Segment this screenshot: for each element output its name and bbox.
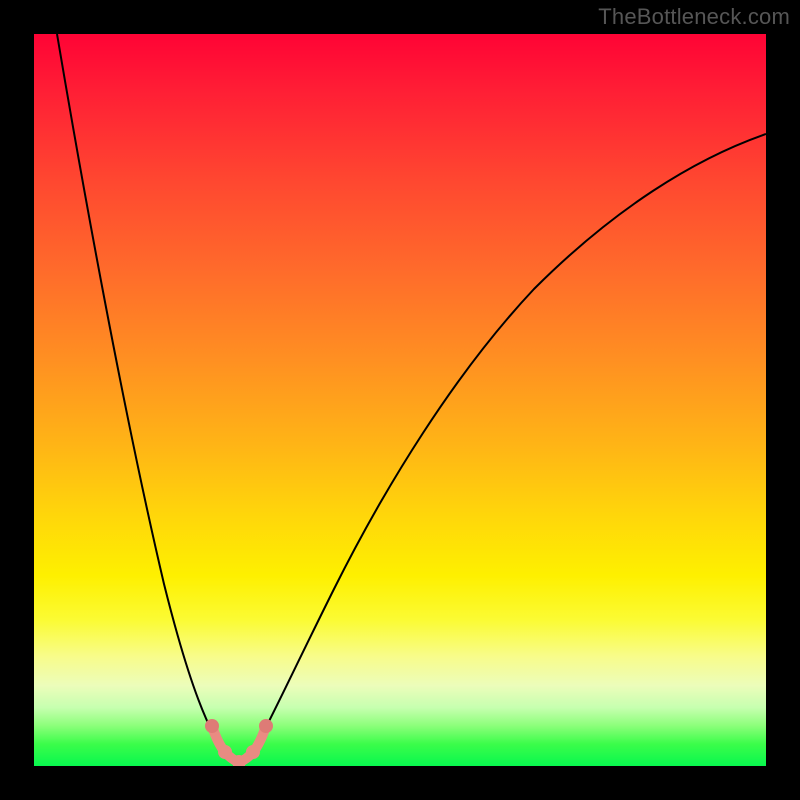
dip-bead	[205, 719, 219, 733]
dip-bead	[218, 745, 232, 759]
dip-bead	[246, 745, 260, 759]
left-curve	[57, 34, 229, 759]
curves-svg	[34, 34, 766, 766]
right-curve	[249, 134, 766, 759]
chart-container: TheBottleneck.com	[0, 0, 800, 800]
watermark-text: TheBottleneck.com	[598, 4, 790, 30]
dip-bead	[259, 719, 273, 733]
